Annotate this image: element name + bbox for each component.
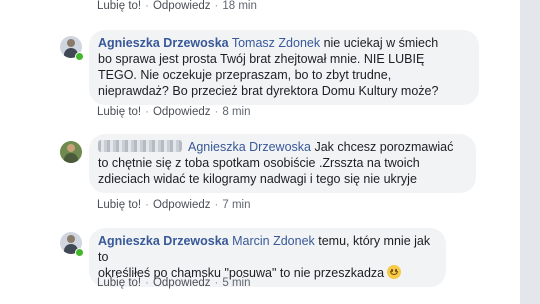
scrollbar-track[interactable] [520, 0, 540, 304]
like-button[interactable]: Lubię to! [97, 106, 141, 118]
comment-actions: Lubię to! · Odpowiedz · 18 min [97, 0, 257, 12]
smiley-emoji-icon [387, 265, 402, 279]
comment-actions: Lubię to! · Odpowiedz · 5 min [97, 277, 250, 289]
mention-link[interactable]: Marcin Zdonek [232, 234, 315, 248]
reply-button[interactable]: Odpowiedz [153, 106, 211, 118]
comment-text: nie uciekaj w śmiech [320, 36, 439, 50]
comment-author[interactable]: Agnieszka Drzewoska [98, 36, 229, 50]
reply-button[interactable]: Odpowiedz [153, 199, 211, 211]
like-button[interactable]: Lubię to! [97, 277, 141, 289]
avatar[interactable] [60, 141, 82, 163]
reply-button[interactable]: Odpowiedz [153, 0, 211, 12]
comment-timestamp[interactable]: 5 min [222, 277, 250, 289]
comment-text: to chętnie się z toba spotkam osobiście … [98, 156, 420, 170]
comment-text: Jak chcesz porozmawiać [310, 140, 454, 154]
comment-timestamp[interactable]: 18 min [222, 0, 257, 12]
comment-actions: Lubię to! · Odpowiedz · 7 min [97, 199, 250, 211]
online-status-dot [75, 248, 84, 257]
mention-link[interactable]: Tomasz Zdonek [232, 36, 320, 50]
comment-timestamp[interactable]: 8 min [222, 106, 250, 118]
separator-dot: · [214, 106, 219, 118]
online-status-dot [75, 52, 84, 61]
like-button[interactable]: Lubię to! [97, 199, 141, 211]
separator-dot: · [214, 199, 219, 211]
mention-link[interactable]: Agnieszka Drzewoska [188, 140, 311, 154]
comment-author[interactable]: Agnieszka Drzewoska [98, 234, 229, 248]
comment-text: bo sprawa jest prosta Twój brat zhejtowa… [98, 52, 425, 66]
reply-button[interactable]: Odpowiedz [153, 277, 211, 289]
comment-text: zdieciach widać te kilogramy nadwagi i t… [98, 172, 417, 186]
comment-bubble: Agnieszka Drzewoska Jak chcesz porozmawi… [89, 134, 476, 193]
separator-dot: · [214, 0, 219, 12]
comment-bubble: Agnieszka Drzewoska Tomasz Zdonek nie uc… [89, 30, 479, 105]
comment-timestamp[interactable]: 7 min [222, 199, 250, 211]
separator-dot: · [145, 277, 149, 289]
comment-actions: Lubię to! · Odpowiedz · 8 min [97, 106, 250, 118]
separator-dot: · [145, 106, 149, 118]
comment-text: TEGO. Nie oczekuje przepraszam, bo to zb… [98, 68, 392, 82]
comment-text: nieprawdaż? Bo przecież brat dyrektora D… [98, 84, 439, 98]
like-button[interactable]: Lubię to! [97, 0, 141, 12]
separator-dot: · [145, 199, 149, 211]
blurred-author-name [98, 140, 182, 152]
separator-dot: · [214, 277, 219, 289]
separator-dot: · [145, 0, 149, 12]
